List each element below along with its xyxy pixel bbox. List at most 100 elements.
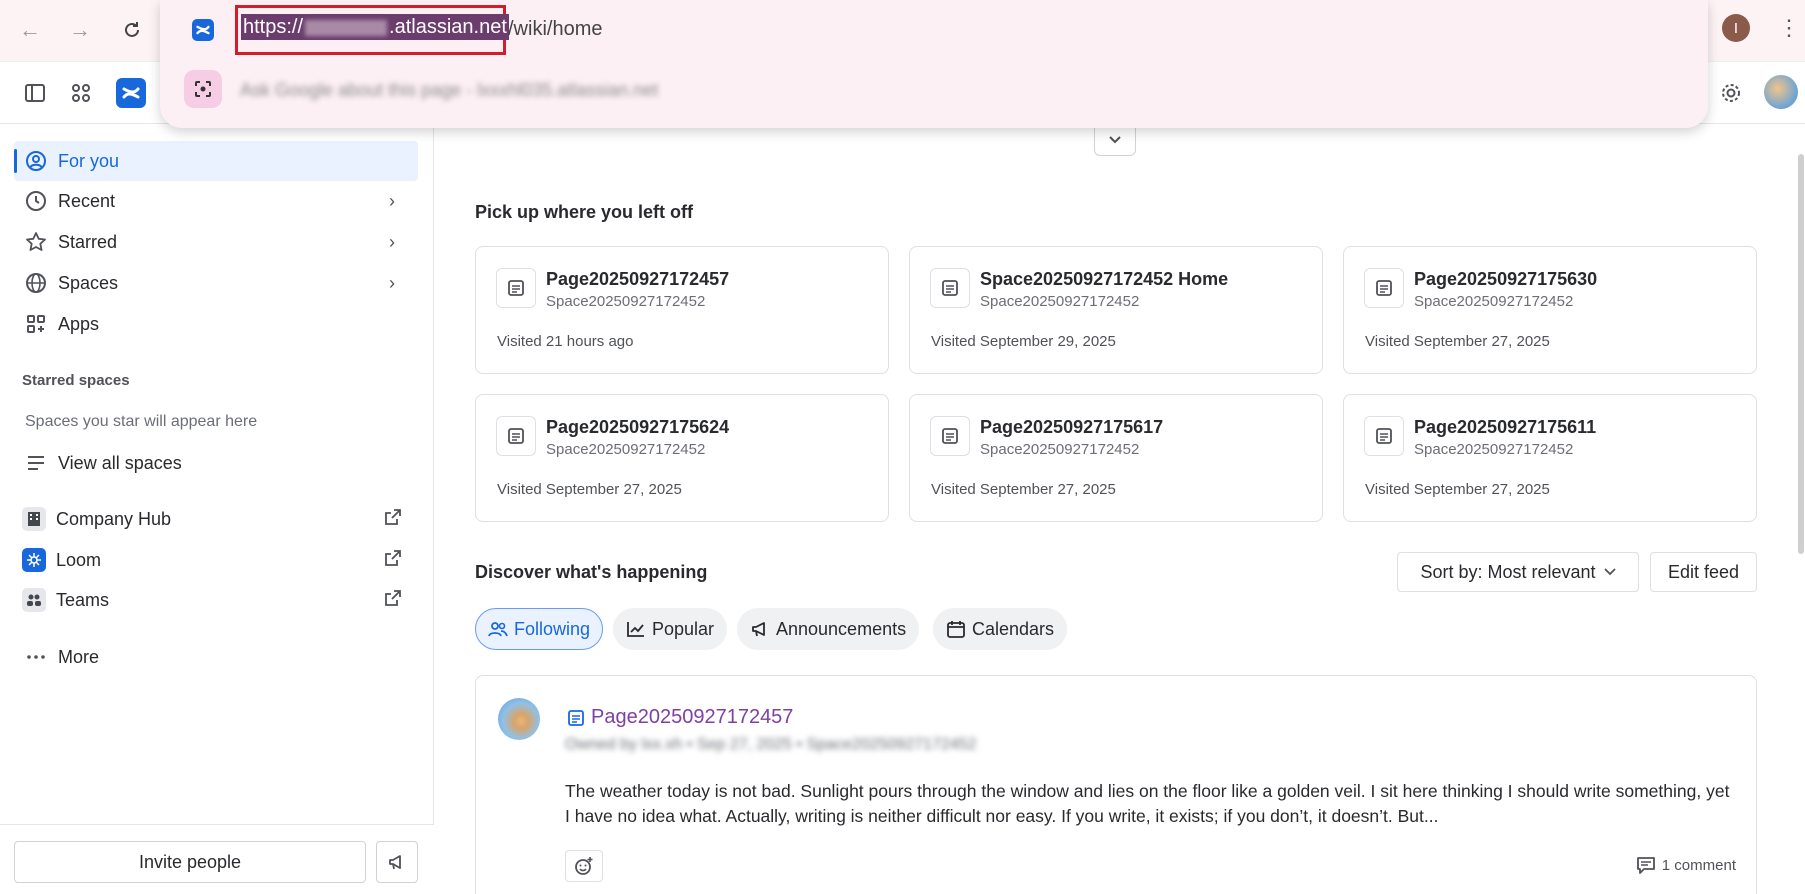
page-icon bbox=[565, 707, 587, 729]
card-title: Page20250927175617 bbox=[980, 417, 1164, 437]
list-icon bbox=[24, 451, 48, 475]
page-icon bbox=[930, 268, 970, 308]
user-circle-icon bbox=[24, 149, 48, 173]
sidebar-item-company-hub[interactable]: Company Hub bbox=[14, 499, 418, 539]
tab-label: Announcements bbox=[776, 618, 907, 639]
external-link-icon bbox=[384, 589, 404, 609]
url-path[interactable]: /wiki/home bbox=[508, 16, 602, 42]
scrollbar-thumb[interactable] bbox=[1798, 154, 1804, 554]
sidebar-item-label: Apps bbox=[58, 313, 100, 334]
recent-page-card[interactable]: Page20250927175611 Space20250927172452 V… bbox=[1343, 394, 1757, 522]
recent-page-card[interactable]: Page20250927175624 Space20250927172452 V… bbox=[475, 394, 889, 522]
tab-following[interactable]: Following bbox=[475, 608, 604, 650]
card-space: Space20250927172452 bbox=[1414, 293, 1574, 310]
card-visited: Visited September 27, 2025 bbox=[931, 481, 1116, 498]
card-space: Space20250927172452 bbox=[546, 441, 706, 458]
card-visited: Visited September 27, 2025 bbox=[497, 481, 682, 498]
megaphone-icon bbox=[750, 619, 770, 639]
add-reaction-icon[interactable] bbox=[565, 850, 603, 882]
chevron-down-icon bbox=[1603, 568, 1616, 576]
card-space: Space20250927172452 bbox=[980, 293, 1140, 310]
sidebar-item-teams[interactable]: Teams bbox=[14, 580, 418, 620]
sidebar-item-label: Company Hub bbox=[56, 508, 172, 529]
sidebar-item-starred[interactable]: Starred › bbox=[14, 222, 418, 262]
sidebar-item-for-you[interactable]: For you bbox=[14, 141, 418, 181]
sort-dropdown[interactable]: Sort by: Most relevant bbox=[1397, 552, 1639, 592]
page-icon bbox=[496, 268, 536, 308]
feed-page-link[interactable]: Page20250927172457 bbox=[565, 706, 793, 729]
recent-page-card[interactable]: Page20250927175630 Space20250927172452 V… bbox=[1343, 246, 1757, 374]
comment-count-label: 1 comment bbox=[1661, 856, 1736, 874]
sidebar-footer: Invite people bbox=[0, 824, 434, 894]
tab-announcements[interactable]: Announcements bbox=[737, 608, 920, 650]
starred-spaces-heading: Starred spaces bbox=[22, 372, 130, 389]
site-favicon-icon bbox=[192, 19, 214, 41]
sidebar: For you Recent › Starred › Spaces › Apps… bbox=[0, 124, 434, 894]
url-scheme: https:// bbox=[243, 16, 304, 38]
recent-page-card[interactable]: Space20250927172452 Home Space2025092717… bbox=[909, 246, 1323, 374]
user-avatar[interactable] bbox=[1764, 75, 1798, 109]
address-bar-row[interactable]: https:// .atlassian.net /wiki/home bbox=[160, 0, 1708, 58]
invite-people-button[interactable]: Invite people bbox=[14, 841, 366, 883]
browser-menu-icon[interactable]: ⋮ bbox=[1778, 14, 1800, 42]
sidebar-item-spaces[interactable]: Spaces › bbox=[14, 263, 418, 303]
card-space: Space20250927172452 bbox=[546, 293, 706, 310]
page-icon bbox=[1364, 268, 1404, 308]
sidebar-item-apps[interactable]: Apps bbox=[14, 304, 418, 344]
apps-icon bbox=[24, 312, 48, 336]
external-link-icon bbox=[384, 508, 404, 528]
megaphone-icon[interactable] bbox=[376, 841, 418, 883]
view-all-spaces-link[interactable]: View all spaces bbox=[14, 443, 418, 483]
chevron-right-icon[interactable]: › bbox=[380, 189, 404, 213]
building-icon bbox=[22, 507, 46, 531]
sidebar-item-loom[interactable]: Loom bbox=[14, 540, 418, 580]
omnibox-suggestion[interactable]: Ask Google about this page - lxxxhl035.a… bbox=[160, 62, 1708, 118]
tab-label: Following bbox=[514, 618, 591, 639]
page-icon bbox=[1364, 416, 1404, 456]
card-title: Page20250927175624 bbox=[546, 417, 730, 437]
page-scrollbar[interactable] bbox=[1797, 124, 1805, 894]
comment-count[interactable]: 1 comment bbox=[1636, 856, 1736, 874]
people-icon bbox=[488, 619, 508, 639]
chevron-right-icon[interactable]: › bbox=[380, 271, 404, 295]
card-title: Space20250927172452 Home bbox=[980, 269, 1229, 289]
author-avatar[interactable] bbox=[498, 698, 540, 740]
confluence-logo-icon[interactable] bbox=[116, 78, 146, 108]
page-icon bbox=[930, 416, 970, 456]
url-highlight-box: https:// .atlassian.net bbox=[235, 5, 509, 55]
sidebar-item-label: More bbox=[58, 646, 100, 667]
sidebar-item-label: For you bbox=[58, 150, 120, 171]
tab-popular[interactable]: Popular bbox=[613, 608, 728, 650]
google-lens-icon bbox=[184, 70, 222, 108]
feed-meta: Owned by lxx.xh • Sep 27, 2025 • Space20… bbox=[565, 736, 977, 753]
card-visited: Visited September 27, 2025 bbox=[1365, 481, 1550, 498]
url-selected-text[interactable]: https:// .atlassian.net bbox=[241, 14, 509, 40]
edit-feed-button[interactable]: Edit feed bbox=[1650, 552, 1757, 592]
page-icon bbox=[496, 416, 536, 456]
sort-label: Sort by: Most relevant bbox=[1420, 561, 1596, 582]
sidebar-toggle-icon[interactable] bbox=[20, 78, 50, 108]
tab-label: Calendars bbox=[972, 618, 1055, 639]
card-title: Page20250927172457 bbox=[546, 269, 730, 289]
settings-gear-icon[interactable] bbox=[1716, 78, 1746, 108]
chevron-right-icon[interactable]: › bbox=[380, 230, 404, 254]
recent-page-card[interactable]: Page20250927172457 Space20250927172452 V… bbox=[475, 246, 889, 374]
feed-item: Page20250927172457 Owned by lxx.xh • Sep… bbox=[475, 675, 1757, 894]
address-bar-dropdown: https:// .atlassian.net /wiki/home Ask Go… bbox=[160, 0, 1708, 128]
browser-profile-avatar[interactable]: I bbox=[1722, 14, 1750, 42]
app-switcher-icon[interactable] bbox=[66, 78, 96, 108]
external-link-icon bbox=[384, 549, 404, 569]
card-title: Page20250927175630 bbox=[1414, 269, 1598, 289]
sidebar-item-recent[interactable]: Recent › bbox=[14, 181, 418, 221]
tab-calendars[interactable]: Calendars bbox=[933, 608, 1068, 650]
reload-icon[interactable] bbox=[116, 14, 148, 46]
main-content: Pick up where you left off Page202509271… bbox=[435, 124, 1805, 894]
recent-page-card[interactable]: Page20250927175617 Space20250927172452 V… bbox=[909, 394, 1323, 522]
sidebar-item-more[interactable]: More bbox=[14, 637, 418, 677]
more-dots-icon bbox=[24, 645, 48, 669]
feed-excerpt: The weather today is not bad. Sunlight p… bbox=[565, 781, 1730, 826]
forward-icon[interactable]: → bbox=[64, 14, 96, 46]
chevron-down-icon[interactable] bbox=[1094, 124, 1136, 156]
back-icon[interactable]: ← bbox=[14, 14, 46, 46]
globe-icon bbox=[24, 271, 48, 295]
